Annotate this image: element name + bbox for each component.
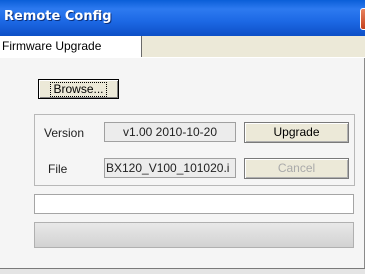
upgrade-progress-bar [34, 222, 354, 248]
browse-button[interactable]: Browse... [38, 79, 119, 99]
browse-button-label: Browse... [50, 82, 107, 97]
upgrade-button[interactable]: Upgrade [244, 122, 349, 143]
close-icon[interactable] [360, 8, 365, 30]
tab-firmware-upgrade[interactable]: Firmware Upgrade [0, 36, 142, 58]
title-bar[interactable]: Remote Config [0, 0, 365, 36]
file-path-input[interactable] [34, 194, 354, 214]
version-label: Version [44, 126, 85, 140]
cancel-button[interactable]: Cancel [244, 158, 349, 179]
file-field: BX120_V100_101020.i [104, 158, 236, 178]
window-title: Remote Config [4, 9, 112, 24]
version-field: v1.00 2010-10-20 [104, 122, 236, 142]
window-bottom-edge [0, 268, 365, 274]
remote-config-window: Remote Config Firmware Upgrade Browse...… [0, 0, 365, 274]
file-label: File [48, 162, 68, 176]
